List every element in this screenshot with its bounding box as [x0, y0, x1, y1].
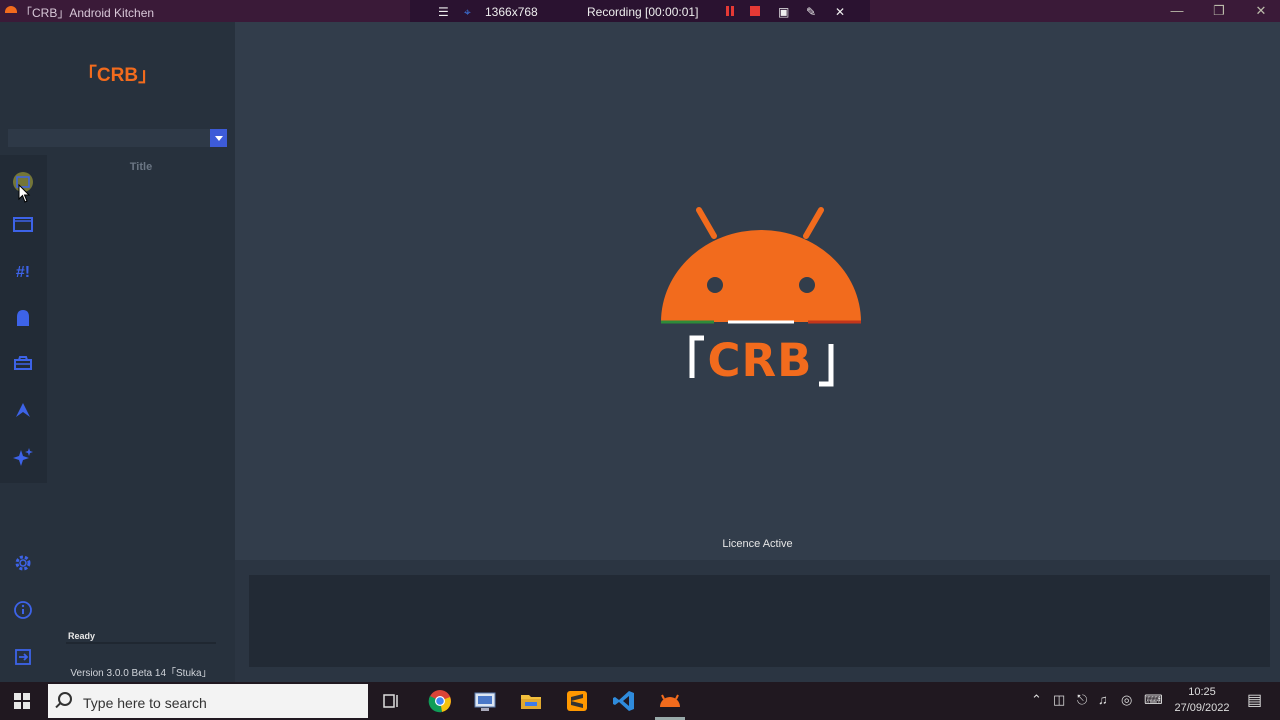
gear-icon[interactable] — [11, 553, 35, 577]
windows-taskbar: Type here to search ⌃ ◫ ⎋ ♫ ◎ ⌨ 10:25 27… — [0, 682, 1280, 720]
chrome-icon[interactable] — [428, 689, 452, 713]
recorder-pin-icon[interactable]: ⌖ — [464, 5, 471, 20]
chevron-up-icon[interactable]: ⌃ — [1031, 692, 1042, 708]
folder-icon[interactable] — [11, 215, 35, 239]
sublime-icon[interactable] — [565, 689, 589, 713]
camera-icon[interactable]: ▣ — [778, 5, 789, 19]
pause-icon[interactable] — [726, 6, 734, 16]
vscode-icon[interactable] — [612, 689, 636, 713]
android-icon[interactable] — [11, 308, 35, 332]
keyboard-icon[interactable]: ⌨ — [1144, 692, 1163, 708]
windows-start-icon[interactable] — [14, 693, 30, 709]
exit-icon[interactable] — [11, 647, 35, 671]
stop-icon[interactable] — [750, 6, 760, 16]
search-icon — [58, 692, 72, 706]
pen-icon[interactable]: ✎ — [806, 5, 816, 19]
crb-app-icon — [5, 6, 17, 13]
licence-status: Licence Active — [722, 538, 793, 550]
notification-icon[interactable]: ▤ — [1247, 690, 1262, 710]
crb-logo-text: CRB — [707, 334, 813, 387]
network-globe-icon[interactable]: ◎ — [1121, 692, 1132, 708]
status-text: Ready — [68, 631, 96, 641]
clock-date[interactable]: 27/09/2022 — [1172, 702, 1232, 714]
column-title: Title — [129, 161, 153, 173]
project-dropdown[interactable] — [8, 129, 227, 147]
crb-kitchen-icon[interactable] — [658, 689, 682, 713]
version-label: Version 3.0.0 Beta 14「Stuka」 — [70, 668, 212, 679]
volume-icon[interactable]: ♫ — [1098, 692, 1108, 707]
log-output-panel[interactable] — [249, 575, 1270, 667]
sparkle-icon[interactable] — [11, 447, 35, 471]
clock-time[interactable]: 10:25 — [1172, 686, 1232, 698]
recorder-close-icon[interactable]: ✕ — [835, 5, 845, 19]
chevron-down-icon[interactable] — [210, 129, 227, 147]
minimize-button[interactable]: — — [1166, 2, 1188, 20]
close-button[interactable]: ✕ — [1250, 2, 1272, 20]
recorder-status: Recording [00:00:01] — [587, 5, 699, 19]
battery-icon[interactable]: ◫ — [1053, 692, 1065, 708]
sidebar: 「CRB」 #! Title Ready Version 3.0.0 Beta … — [0, 22, 235, 682]
window-title: 「CRB」Android Kitchen — [20, 6, 155, 20]
restore-button[interactable]: ❐ — [1208, 2, 1230, 20]
recorder-menu-icon[interactable]: ☰ — [438, 5, 449, 19]
hash-icon[interactable]: #! — [11, 261, 35, 285]
search-placeholder: Type here to search — [83, 695, 207, 711]
taskbar-search[interactable]: Type here to search — [48, 684, 368, 718]
info-icon[interactable] — [11, 600, 35, 624]
meet-now-icon[interactable]: ⎋ — [1077, 692, 1087, 708]
task-view-icon[interactable] — [379, 689, 403, 713]
toolbox-icon[interactable] — [11, 354, 35, 378]
network-app-icon[interactable] — [473, 689, 497, 713]
file-explorer-icon[interactable] — [519, 689, 543, 713]
sidebar-logo: 「CRB」 — [77, 65, 158, 86]
screen-recorder-bar: ☰ ⌖ 1366x768 Recording [00:00:01] ▣ ✎ ✕ — [410, 0, 870, 22]
progress-bar — [66, 642, 216, 644]
recorder-resolution: 1366x768 — [485, 5, 538, 19]
tool-icon[interactable] — [11, 401, 35, 425]
mouse-cursor-icon — [18, 183, 32, 209]
